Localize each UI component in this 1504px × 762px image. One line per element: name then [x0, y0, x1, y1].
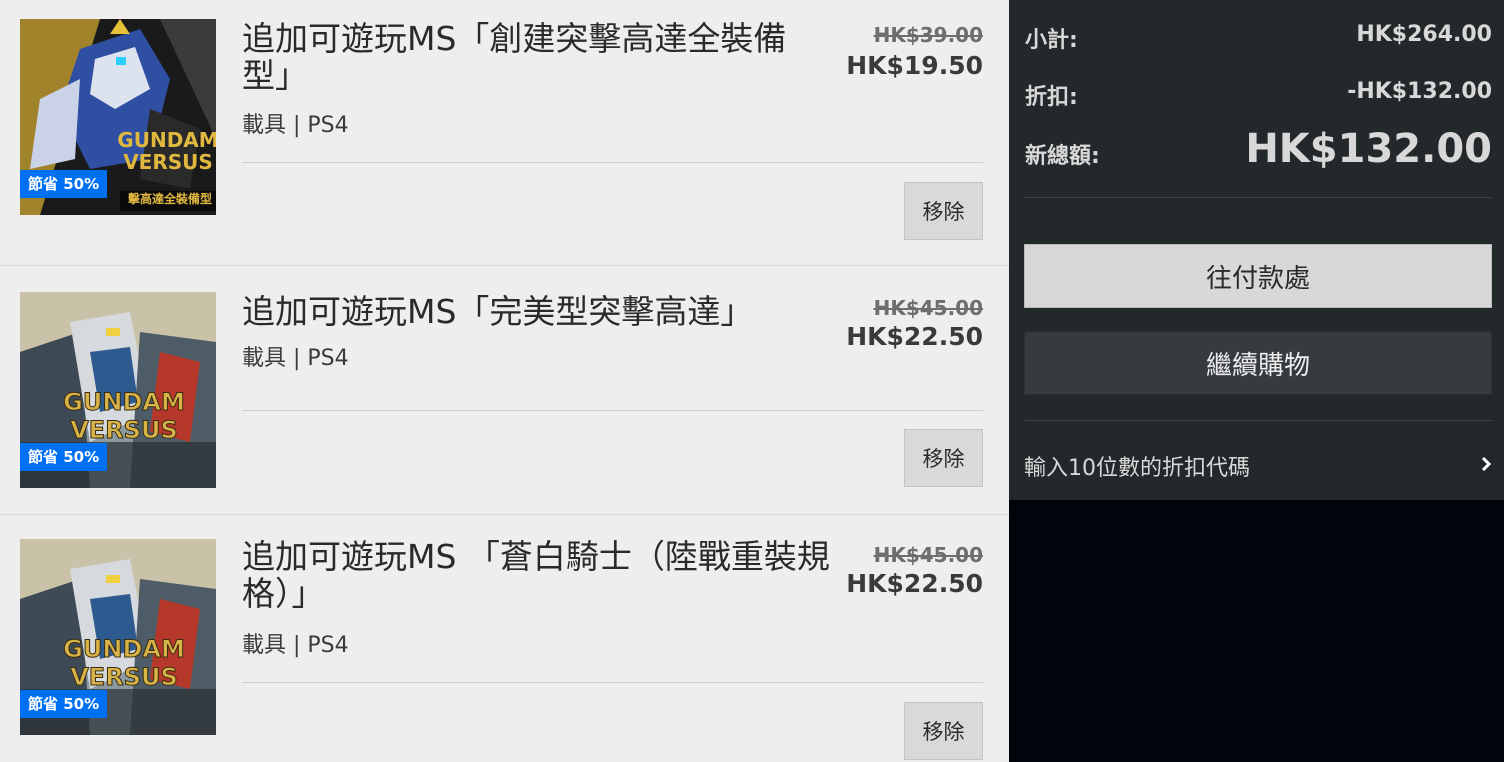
image-logo-text: VERSUS [70, 416, 178, 444]
discount-label: 折扣: [1025, 85, 1078, 110]
image-logo-text: VERSUS [123, 150, 213, 174]
discount-badge: 節省 50% [20, 690, 108, 718]
product-thumbnail[interactable]: GUNDAM VERSUS 節省 50% [20, 292, 216, 488]
product-meta: 載具 | PS4 [242, 346, 349, 371]
product-thumbnail[interactable]: GUNDAM VERSUS 擊高達全裝備型 節省 50% [20, 19, 216, 215]
promo-code-label: 輸入10位數的折扣代碼 [1024, 456, 1250, 481]
discount-badge: 節省 50% [20, 443, 108, 471]
subtotal-label: 小計: [1025, 28, 1078, 53]
image-logo-text: GUNDAM [63, 635, 185, 663]
product-title[interactable]: 追加可遊玩MS「創建突擊高達全裝備型」 [242, 20, 834, 94]
summary-divider [1025, 197, 1492, 198]
product-meta: 載具 | PS4 [242, 113, 349, 138]
subtotal-value: HK$264.00 [1356, 22, 1492, 47]
checkout-button[interactable]: 往付款處 [1024, 244, 1492, 308]
remove-button[interactable]: 移除 [904, 182, 983, 240]
cart-item: GUNDAM VERSUS 節省 50% 追加可遊玩MS 「蒼白騎士（陸戰重裝規… [0, 515, 1009, 762]
continue-shopping-button[interactable]: 繼續購物 [1024, 331, 1492, 395]
discount-row: 折扣: -HK$132.00 [1025, 79, 1492, 110]
cart-item: GUNDAM VERSUS 擊高達全裝備型 節省 50% 追加可遊玩MS「創建突… [0, 0, 1009, 266]
subtotal-row: 小計: HK$264.00 [1025, 22, 1492, 53]
total-row: 新總額: HK$132.00 [1025, 126, 1492, 176]
sale-price: HK$22.50 [846, 322, 983, 351]
remove-button[interactable]: 移除 [904, 702, 983, 760]
cart-item-list: GUNDAM VERSUS 擊高達全裝備型 節省 50% 追加可遊玩MS「創建突… [0, 0, 1009, 762]
image-logo-text: VERSUS [70, 663, 178, 691]
total-value: HK$132.00 [1245, 126, 1492, 172]
sale-price: HK$19.50 [846, 51, 983, 80]
item-divider [242, 162, 983, 163]
summary-divider [1025, 420, 1492, 421]
order-summary-panel: 小計: HK$264.00 折扣: -HK$132.00 新總額: HK$132… [1009, 0, 1504, 500]
product-title[interactable]: 追加可遊玩MS「完美型突擊高達」 [242, 293, 834, 330]
cart-item: GUNDAM VERSUS 節省 50% 追加可遊玩MS「完美型突擊高達」 載具… [0, 266, 1009, 515]
image-caption-text: 擊高達全裝備型 [128, 191, 212, 206]
item-divider [242, 410, 983, 411]
sale-price: HK$22.50 [846, 569, 983, 598]
promo-code-row[interactable]: 輸入10位數的折扣代碼 [1024, 440, 1492, 492]
chevron-right-icon [1481, 456, 1492, 472]
product-thumbnail[interactable]: GUNDAM VERSUS 節省 50% [20, 539, 216, 735]
total-label: 新總額: [1025, 144, 1100, 169]
product-meta: 載具 | PS4 [242, 633, 349, 658]
image-logo-text: GUNDAM [63, 388, 185, 416]
discount-badge: 節省 50% [20, 170, 108, 198]
original-price: HK$45.00 [873, 296, 983, 320]
item-divider [242, 682, 983, 683]
original-price: HK$39.00 [873, 23, 983, 47]
remove-button[interactable]: 移除 [904, 429, 983, 487]
original-price: HK$45.00 [873, 543, 983, 567]
image-logo-text: GUNDAM [117, 128, 216, 152]
product-title[interactable]: 追加可遊玩MS 「蒼白騎士（陸戰重裝規格）」 [242, 538, 834, 612]
discount-value: -HK$132.00 [1347, 79, 1492, 104]
